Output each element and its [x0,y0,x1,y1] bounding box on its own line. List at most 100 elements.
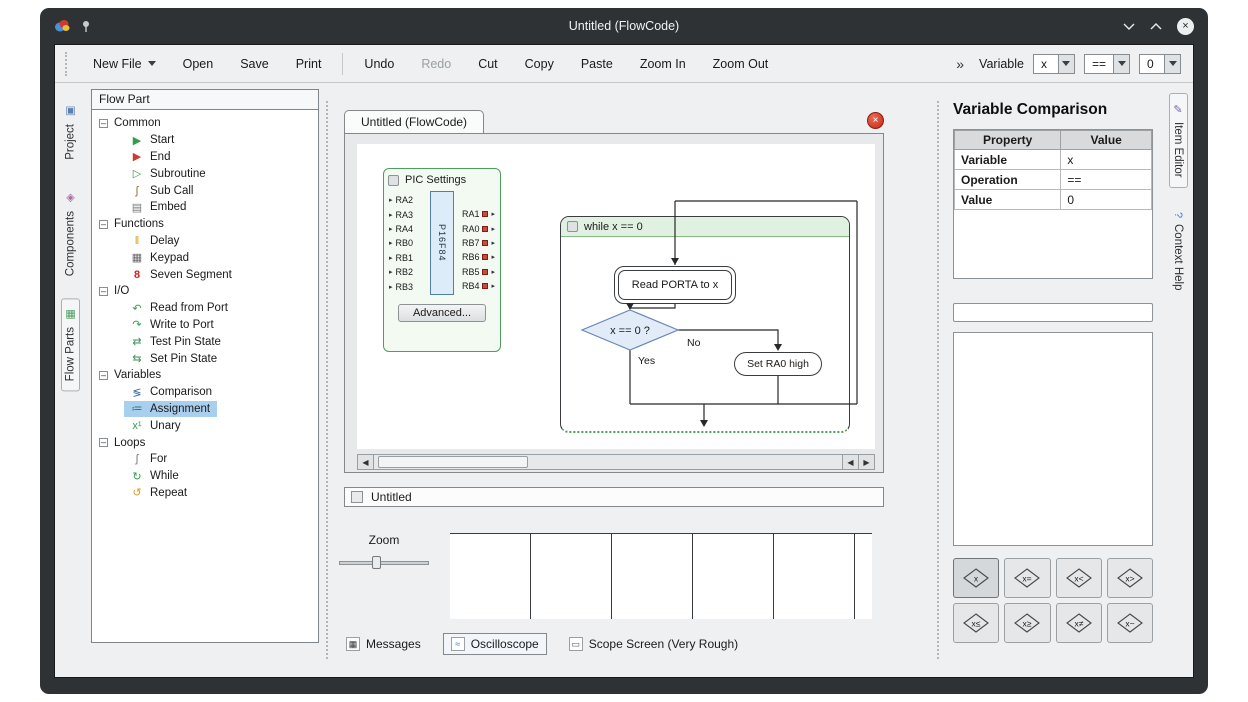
close-document-button[interactable]: × [867,112,884,129]
while-loop-box[interactable]: while x == 0 [560,216,850,433]
property-value-cell[interactable]: 0 [1061,190,1152,210]
set-ra0-box[interactable]: Set RA0 high [734,352,822,376]
property-value-cell[interactable]: == [1061,170,1152,190]
tree-item[interactable]: ▶ End [124,149,177,166]
tree-item[interactable]: ʃ For [124,451,174,468]
tree-item[interactable]: x¹ Unary [124,417,188,434]
variable-combo[interactable]: x [1033,54,1075,74]
operator-button[interactable]: x≠ [1056,603,1102,643]
operator-button[interactable]: x [953,558,999,598]
canvas-hscrollbar[interactable]: ◀ ◀ ▶ [357,454,875,470]
tree-item[interactable]: ⇆ Set Pin State [124,350,224,367]
scroll-thumb[interactable] [378,456,528,468]
tree-item[interactable]: ↶ Read from Port [124,300,235,317]
paste-button[interactable]: Paste [568,52,626,76]
operator-button[interactable]: x= [1004,558,1050,598]
left-dock-tab[interactable]: Components ◈ [61,182,80,286]
tree-item-label: While [150,470,179,482]
tree-item[interactable]: – Loops [94,434,152,451]
toolbar-handle[interactable] [65,52,71,76]
component-handle-icon[interactable] [567,221,578,232]
property-row[interactable]: Operation == [955,170,1152,190]
scroll-track[interactable] [374,455,842,469]
property-row[interactable]: Value 0 [955,190,1152,210]
zoom-slider-thumb[interactable] [372,556,381,569]
tree-item[interactable]: ≶ Comparison [124,384,219,401]
expander-icon[interactable]: – [99,371,108,380]
tree-item[interactable]: ▤ Embed [124,199,193,216]
open-button[interactable]: Open [170,52,227,76]
tree-item[interactable]: ▶ Start [124,132,181,149]
tree-item-label: Embed [150,201,186,213]
tree-item[interactable]: – Variables [94,367,168,384]
zoom-out-button[interactable]: Zoom Out [700,52,782,76]
new-file-button[interactable]: New File [80,52,169,76]
expander-icon[interactable]: – [99,438,108,447]
combo-caret-icon[interactable] [1058,55,1074,73]
zoom-slider-track[interactable] [339,561,429,565]
combo-caret-icon[interactable] [1164,55,1180,73]
tree-item[interactable]: ▷ Subroutine [124,165,213,182]
flowchart-canvas[interactable]: PIC Settings ▸ RA2 [357,144,875,449]
zoom-slider[interactable] [336,555,432,570]
maximize-button[interactable] [1150,22,1162,30]
undo-button[interactable]: Undo [351,52,407,76]
operator-button[interactable]: x≥ [1004,603,1050,643]
operator-button[interactable]: x< [1056,558,1102,598]
expander-icon[interactable]: – [99,287,108,296]
flow-part-selector[interactable]: Flow Part [91,89,319,110]
combo-caret-icon[interactable] [1113,55,1129,73]
operator-combo[interactable]: == [1084,54,1130,74]
zoom-in-button[interactable]: Zoom In [627,52,699,76]
tree-item[interactable]: – I/O [94,283,136,300]
macro-bar[interactable]: Untitled [344,487,884,507]
property-edit-input[interactable] [953,303,1153,322]
splitter-right[interactable] [934,83,941,677]
left-dock-tab[interactable]: Project ▣ [61,95,80,170]
minimize-button[interactable] [1123,22,1135,30]
tree-item[interactable]: – Common [94,115,168,132]
scroll-left-button[interactable]: ◀ [842,455,858,469]
value-combo[interactable]: 0 [1139,54,1181,74]
tree-item[interactable]: – Functions [94,216,171,233]
save-button[interactable]: Save [227,52,282,76]
bottom-tab[interactable]: ▭ Scope Screen (Very Rough) [561,633,746,655]
pin-icon[interactable] [80,20,92,33]
operator-button[interactable]: x> [1107,558,1153,598]
tree-item[interactable]: ↷ Write to Port [124,317,221,334]
decision-operator-icon: x> [1114,567,1146,589]
scroll-right-button[interactable]: ▶ [858,455,874,469]
advanced-button[interactable]: Advanced... [398,304,486,322]
tree-item[interactable]: ⇄ Test Pin State [124,333,228,350]
copy-button[interactable]: Copy [512,52,567,76]
tree-item[interactable]: ‖ Delay [124,233,186,250]
close-button[interactable]: × [1177,18,1194,35]
print-button[interactable]: Print [283,52,335,76]
bottom-tab[interactable]: ▦ Messages [338,633,429,655]
left-dock-tab[interactable]: Flow Parts ▦ [61,298,80,391]
tree-item[interactable]: ≔ Assignment [124,401,217,418]
read-porta-box[interactable]: Read PORTA to x [614,266,736,304]
tree-item[interactable]: ↺ Repeat [124,485,194,502]
toolbar-overflow-button[interactable]: » [956,56,964,72]
component-handle-icon[interactable] [388,175,399,186]
cut-button[interactable]: Cut [465,52,510,76]
right-dock-tab[interactable]: ? Context Help [1169,202,1187,301]
expander-icon[interactable]: – [99,220,108,229]
splitter-left[interactable] [323,83,330,677]
tree-item[interactable]: ʃ Sub Call [124,182,200,199]
tree-item[interactable]: ↻ While [124,468,186,485]
operator-button[interactable]: x~ [1107,603,1153,643]
pin-label: RB2 [396,267,414,277]
pic-settings-panel[interactable]: PIC Settings ▸ RA2 [383,168,501,352]
bottom-tab[interactable]: ≈ Oscilloscope [443,633,547,655]
right-dock-tab[interactable]: ✎ Item Editor [1169,93,1188,188]
document-tab[interactable]: Untitled (FlowCode) [344,110,484,133]
tree-item[interactable]: ▦ Keypad [124,249,196,266]
tree-item[interactable]: 8 Seven Segment [124,266,239,283]
property-row[interactable]: Variable x [955,150,1152,170]
expander-icon[interactable]: – [99,119,108,128]
property-value-cell[interactable]: x [1061,150,1152,170]
scroll-left-button[interactable]: ◀ [358,455,374,469]
operator-button[interactable]: x≤ [953,603,999,643]
